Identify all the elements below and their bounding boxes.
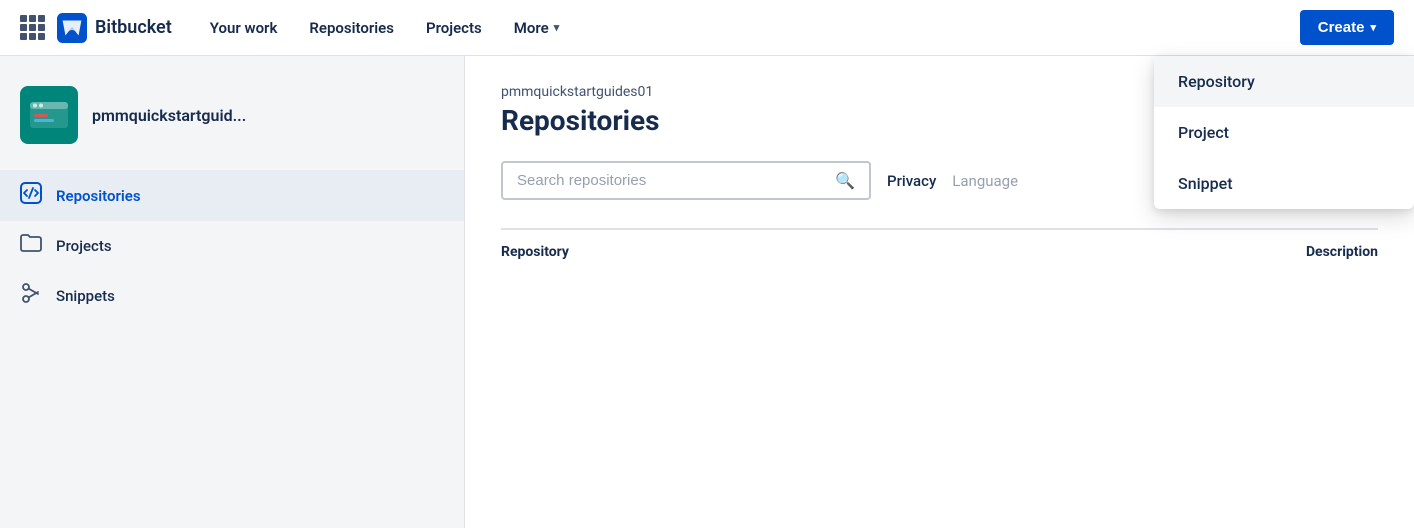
table-header: Repository Description <box>501 228 1378 260</box>
workspace-avatar-icon <box>22 88 76 142</box>
workspace-section: pmmquickstartguid... <box>0 76 464 164</box>
bitbucket-logo[interactable]: Bitbucket <box>57 13 172 43</box>
dropdown-item-snippet[interactable]: Snippet <box>1154 158 1414 209</box>
create-chevron-icon: ▾ <box>1370 21 1376 34</box>
dropdown-item-repository[interactable]: Repository <box>1154 56 1414 107</box>
top-navigation: Bitbucket Your work Repositories Project… <box>0 0 1414 56</box>
language-filter-label[interactable]: Language <box>952 172 1018 190</box>
dropdown-item-project[interactable]: Project <box>1154 107 1414 158</box>
main-area: pmmquickstartguid... Repositories <box>0 56 1414 528</box>
sidebar: pmmquickstartguid... Repositories <box>0 56 465 528</box>
folder-icon <box>20 233 42 258</box>
search-icon: 🔍 <box>835 171 855 190</box>
search-box[interactable]: 🔍 <box>501 161 871 200</box>
nav-item-projects[interactable]: Projects <box>412 11 496 45</box>
table-col-description: Description <box>1178 244 1378 260</box>
nav-right: Create ▾ <box>1300 10 1394 45</box>
bitbucket-logo-icon <box>57 13 87 43</box>
app-switcher-icon[interactable] <box>20 15 45 40</box>
nav-left: Bitbucket <box>20 13 172 43</box>
more-chevron-icon: ▾ <box>554 21 560 34</box>
sidebar-item-repositories[interactable]: Repositories <box>0 170 464 221</box>
bitbucket-logo-text: Bitbucket <box>95 17 172 38</box>
privacy-filter-label[interactable]: Privacy <box>887 172 936 190</box>
workspace-avatar <box>20 86 78 144</box>
scissors-icon <box>20 282 42 309</box>
nav-item-your-work[interactable]: Your work <box>196 11 292 45</box>
main-content: pmmquickstartguides01 Repositories 🔍 Pri… <box>465 56 1414 528</box>
create-dropdown-menu: Repository Project Snippet <box>1154 56 1414 209</box>
code-icon <box>20 182 42 209</box>
create-button[interactable]: Create ▾ <box>1300 10 1394 45</box>
sidebar-item-snippets[interactable]: Snippets <box>0 270 464 321</box>
sidebar-item-projects[interactable]: Projects <box>0 221 464 270</box>
nav-item-more[interactable]: More ▾ <box>500 11 573 45</box>
search-input[interactable] <box>517 172 825 189</box>
sidebar-nav: Repositories Projects <box>0 170 464 321</box>
workspace-name: pmmquickstartguid... <box>92 106 246 125</box>
nav-items: Your work Repositories Projects More ▾ <box>196 11 1300 45</box>
nav-item-repositories[interactable]: Repositories <box>295 11 408 45</box>
table-col-repository: Repository <box>501 244 1178 260</box>
